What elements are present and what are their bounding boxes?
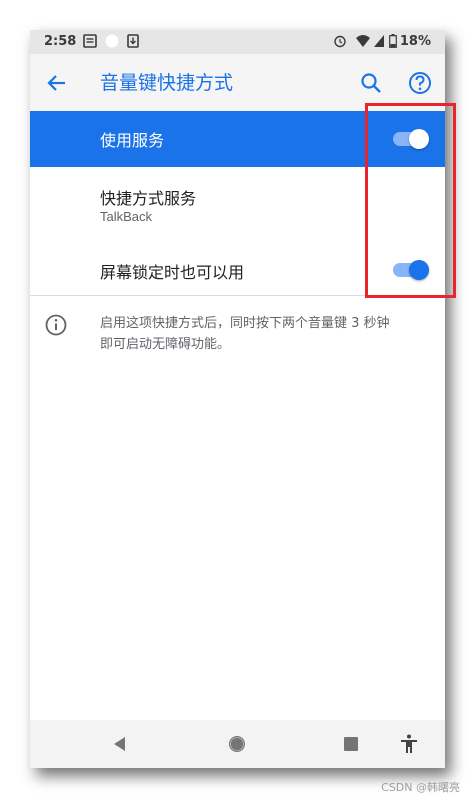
nav-back-icon[interactable] [108,732,132,756]
info-text: 启用这项快捷方式后，同时按下两个音量键 3 秒钟 即可启动无障碍功能。 [100,313,430,355]
status-time: 2:58 [44,34,77,49]
back-arrow-icon[interactable] [44,70,70,96]
wifi-icon [356,35,370,47]
watermark: CSDN @韩曙亮 [381,781,460,794]
nav-home-icon[interactable] [225,732,249,756]
nav-recents-icon[interactable] [339,732,363,756]
navigation-bar [30,720,445,768]
page-title: 音量键快捷方式 [100,72,234,94]
battery-percent: 18% [399,34,431,49]
notification-icon [83,34,97,48]
info-icon [45,314,67,336]
dot-notification-icon [105,34,119,48]
alarm-icon [334,35,346,48]
status-bar: 2:58 18% [30,30,445,54]
search-icon[interactable] [358,70,384,96]
info-text-line: 即可启动无障碍功能。 [100,337,231,352]
info-text-line: 启用这项快捷方式后，同时按下两个音量键 3 秒钟 [100,316,390,331]
signal-icon [374,35,384,47]
lock-screen-label: 屏幕锁定时也可以用 [100,263,245,282]
accessibility-icon[interactable] [397,732,421,756]
use-service-label: 使用服务 [100,131,165,150]
help-icon[interactable] [407,70,433,96]
download-icon [127,34,139,48]
annotation-highlight-box [365,103,456,298]
shortcut-service-value: TalkBack [100,209,153,224]
shortcut-service-label: 快捷方式服务 [100,189,197,208]
battery-icon [389,34,397,48]
info-footer: 启用这项快捷方式后，同时按下两个音量键 3 秒钟 即可启动无障碍功能。 [30,296,445,366]
